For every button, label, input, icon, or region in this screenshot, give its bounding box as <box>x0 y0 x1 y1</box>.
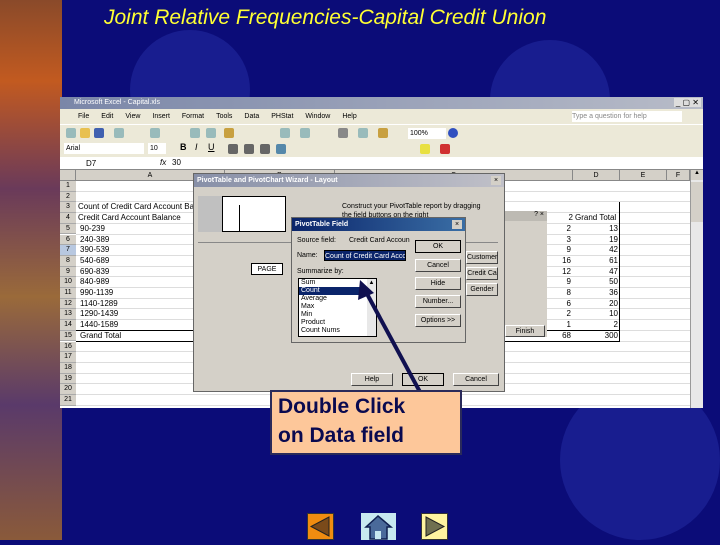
pointer-arrow <box>358 280 422 393</box>
home-icon <box>364 515 394 540</box>
instruction-callout: Double Click on Data field <box>270 390 462 455</box>
home-button[interactable] <box>361 513 396 540</box>
callout-line: Double Click <box>278 395 406 418</box>
arrow-shaft <box>364 291 422 393</box>
triangle-right-icon <box>425 516 446 537</box>
previous-slide-button[interactable] <box>307 513 334 540</box>
next-slide-button[interactable] <box>421 513 448 540</box>
arrow-head-icon <box>358 280 374 300</box>
triangle-left-icon <box>309 516 330 537</box>
callout-line: on Data field <box>278 424 405 447</box>
